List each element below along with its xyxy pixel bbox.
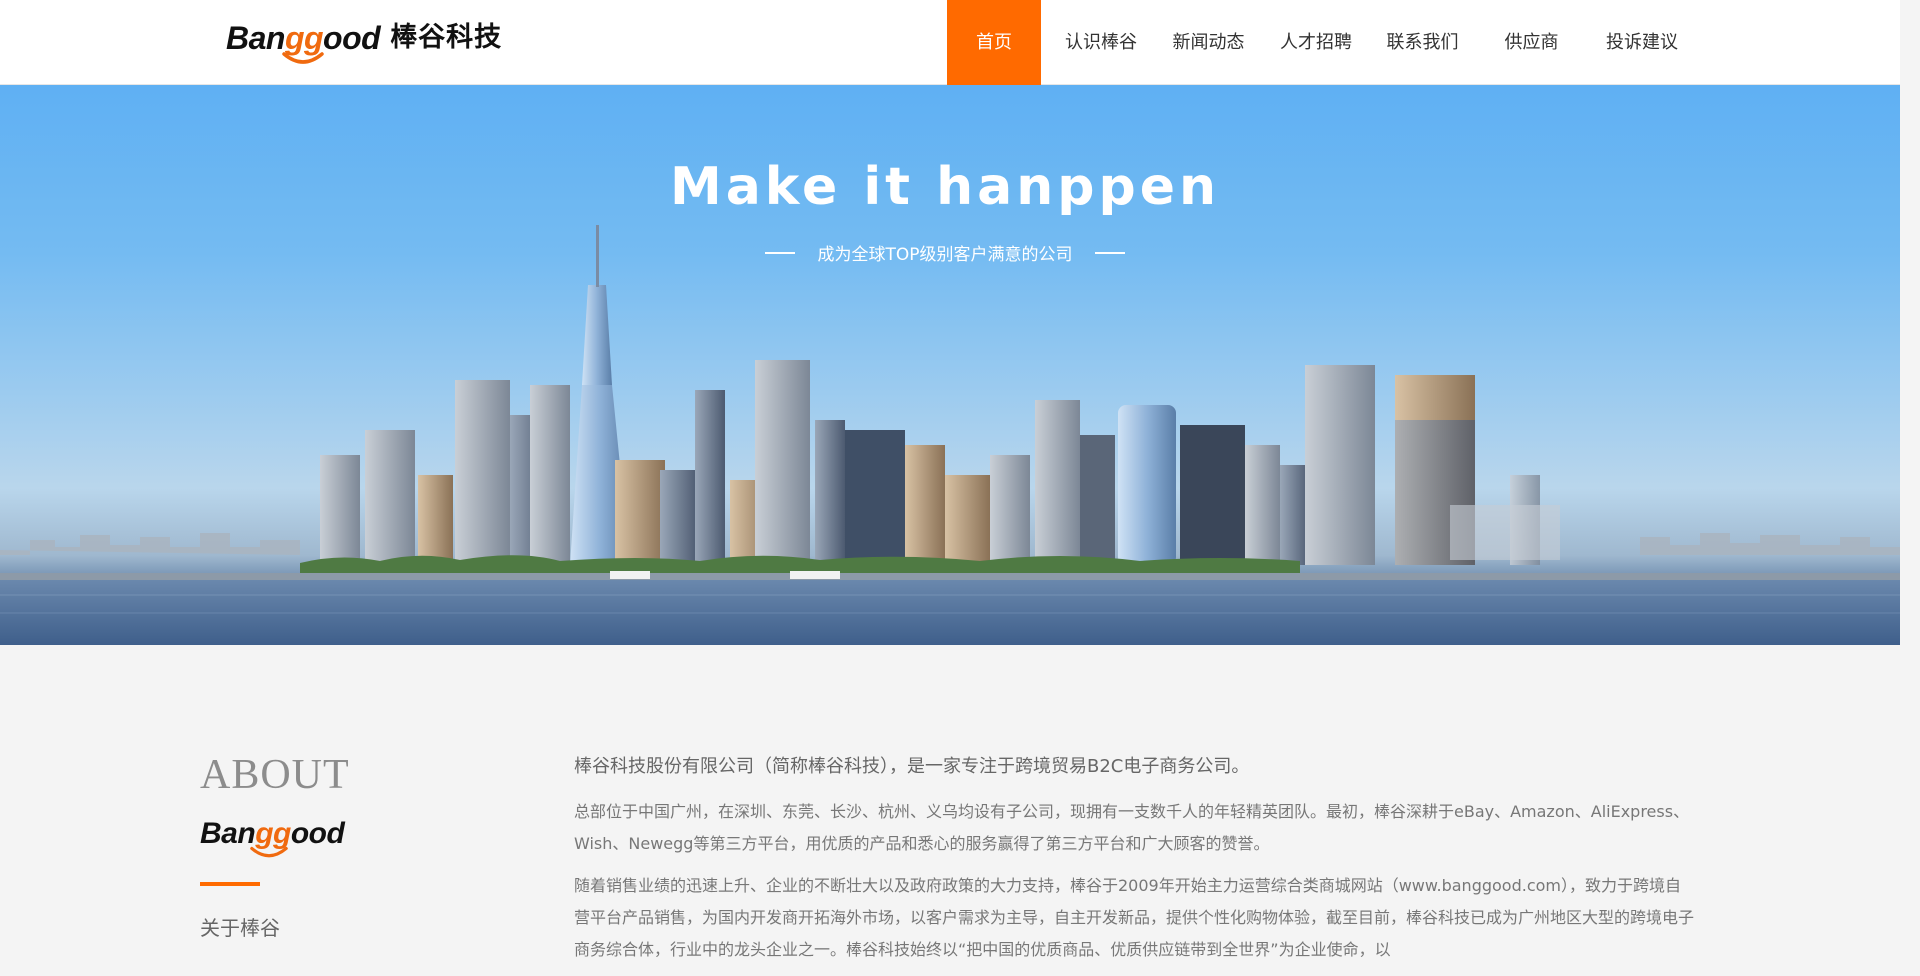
hero-title: Make it hanppen xyxy=(669,157,1221,217)
nav-item-suppliers[interactable]: 供应商 xyxy=(1469,0,1594,85)
about-accent-bar xyxy=(200,882,260,886)
hero-banner: Make it hanppen 成为全球TOP级别客户满意的公司 xyxy=(0,85,1900,645)
site-header: Banggood 棒谷科技 首页 认识棒谷 新闻动态 人才招聘 联系我们 供应商… xyxy=(0,0,1900,85)
about-paragraph-1: 总部位于中国广州，在深圳、东莞、长沙、杭州、义乌均设有子公司，现拥有一支数千人的… xyxy=(574,802,1690,853)
about-link[interactable]: 关于棒谷 xyxy=(200,912,500,941)
about-content: 棒谷科技股份有限公司（简称棒谷科技），是一家专注于跨境贸易B2C电子商务公司。 … xyxy=(574,752,1694,976)
logo-chinese-name: 棒谷科技 xyxy=(390,22,503,53)
logo-brand-wordmark: Banggood xyxy=(226,18,381,64)
nav-item-feedback[interactable]: 投诉建议 xyxy=(1594,0,1690,85)
hero-subtitle: 成为全球TOP级别客户满意的公司 xyxy=(0,240,1890,265)
about-paragraph-2: 随着销售业绩的迅速上升、企业的不断壮大以及政府政策的大力支持，棒谷于2009年开… xyxy=(574,876,1695,959)
about-brand-logo: Banggood xyxy=(200,814,500,862)
banggood-logo[interactable]: Banggood 棒谷科技 xyxy=(226,18,502,74)
about-brand-wordmark: Banggood xyxy=(200,814,500,858)
about-sidebar: ABOUT Banggood 关于棒谷 xyxy=(200,750,500,941)
nav-item-careers[interactable]: 人才招聘 xyxy=(1256,0,1376,85)
hero-subtitle-text: 成为全球TOP级别客户满意的公司 xyxy=(817,245,1073,265)
subtitle-left-dash xyxy=(765,251,796,254)
nav-item-contact[interactable]: 联系我们 xyxy=(1376,0,1469,85)
subtitle-right-dash xyxy=(1094,251,1125,254)
main-nav: 首页 认识棒谷 新闻动态 人才招聘 联系我们 供应商 投诉建议 xyxy=(947,0,1690,85)
nav-item-home[interactable]: 首页 xyxy=(947,0,1041,85)
about-lead-text: 棒谷科技股份有限公司（简称棒谷科技），是一家专注于跨境贸易B2C电子商务公司。 xyxy=(574,756,1250,777)
nav-item-about[interactable]: 认识棒谷 xyxy=(1041,0,1161,85)
about-logo-smile-icon xyxy=(250,846,288,858)
about-heading: ABOUT xyxy=(200,752,350,798)
nav-item-news[interactable]: 新闻动态 xyxy=(1161,0,1256,85)
logo-smile-icon xyxy=(282,52,324,64)
